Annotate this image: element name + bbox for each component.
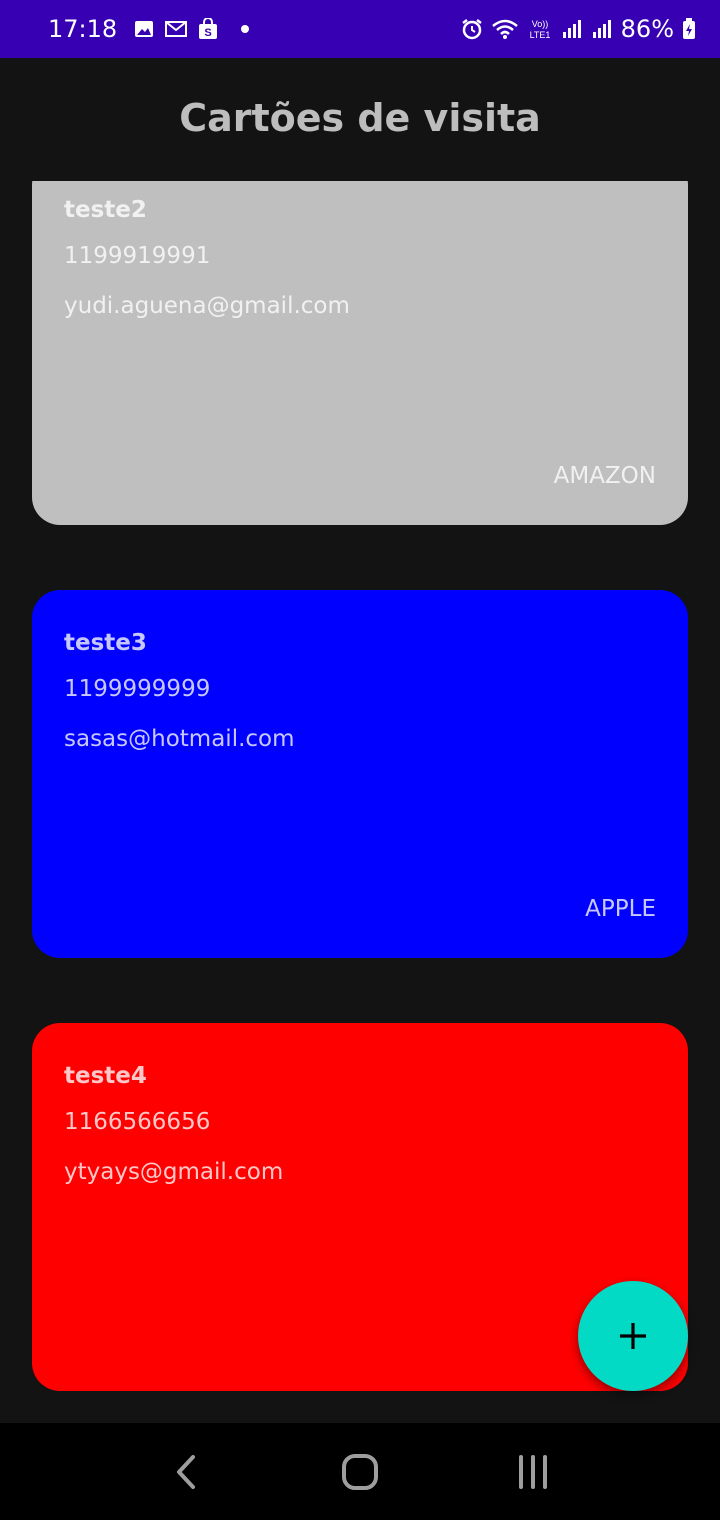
status-time: 17:18 (48, 15, 118, 43)
plus-icon (620, 1323, 646, 1349)
battery-percentage: 86% (620, 15, 674, 43)
status-left: 17:18 S (48, 15, 250, 43)
svg-text:Vo)): Vo)) (531, 19, 548, 29)
shop-icon: S (197, 18, 219, 40)
home-icon (341, 1453, 378, 1490)
gmail-icon (165, 18, 188, 40)
status-bar: 17:18 S Vo)) LTE1 86% (0, 0, 720, 58)
business-card[interactable]: teste3 1199999999 sasas@hotmail.com APPL… (32, 590, 688, 958)
image-icon (133, 18, 155, 40)
volte-icon: Vo)) LTE1 (527, 18, 553, 40)
alarm-icon (461, 18, 483, 40)
card-name: teste4 (64, 1063, 147, 1089)
wifi-icon (491, 18, 519, 40)
back-button[interactable] (157, 1442, 217, 1502)
card-email: yudi.aguena@gmail.com (64, 293, 350, 319)
signal-icon (561, 18, 583, 40)
svg-text:LTE1: LTE1 (529, 30, 550, 40)
signal2-icon (591, 18, 613, 40)
back-icon (176, 1454, 195, 1489)
business-card[interactable]: teste2 1199919991 yudi.aguena@gmail.com … (32, 181, 688, 525)
card-phone: 1166566656 (64, 1109, 211, 1135)
card-name: teste2 (64, 197, 147, 223)
status-right: Vo)) LTE1 86% (461, 15, 696, 43)
app-screen: 17:18 S Vo)) LTE1 86% Cartões de visita … (0, 0, 720, 1520)
page-title: Cartões de visita (179, 96, 541, 140)
card-phone: 1199919991 (64, 243, 211, 269)
card-company: AMAZON (553, 463, 656, 489)
card-email: sasas@hotmail.com (64, 726, 295, 752)
card-email: ytyays@gmail.com (64, 1159, 284, 1185)
dot-icon (241, 25, 250, 33)
card-list[interactable]: teste2 1199919991 yudi.aguena@gmail.com … (0, 181, 720, 1423)
recents-icon (519, 1454, 548, 1489)
card-company: APPLE (585, 896, 656, 922)
card-name: teste3 (64, 630, 147, 656)
home-button[interactable] (330, 1442, 390, 1502)
navigation-bar (0, 1423, 720, 1520)
svg-text:S: S (205, 27, 212, 39)
battery-charging-icon (682, 18, 696, 40)
card-phone: 1199999999 (64, 676, 211, 702)
recents-button[interactable] (503, 1442, 563, 1502)
add-card-button[interactable] (578, 1281, 688, 1391)
